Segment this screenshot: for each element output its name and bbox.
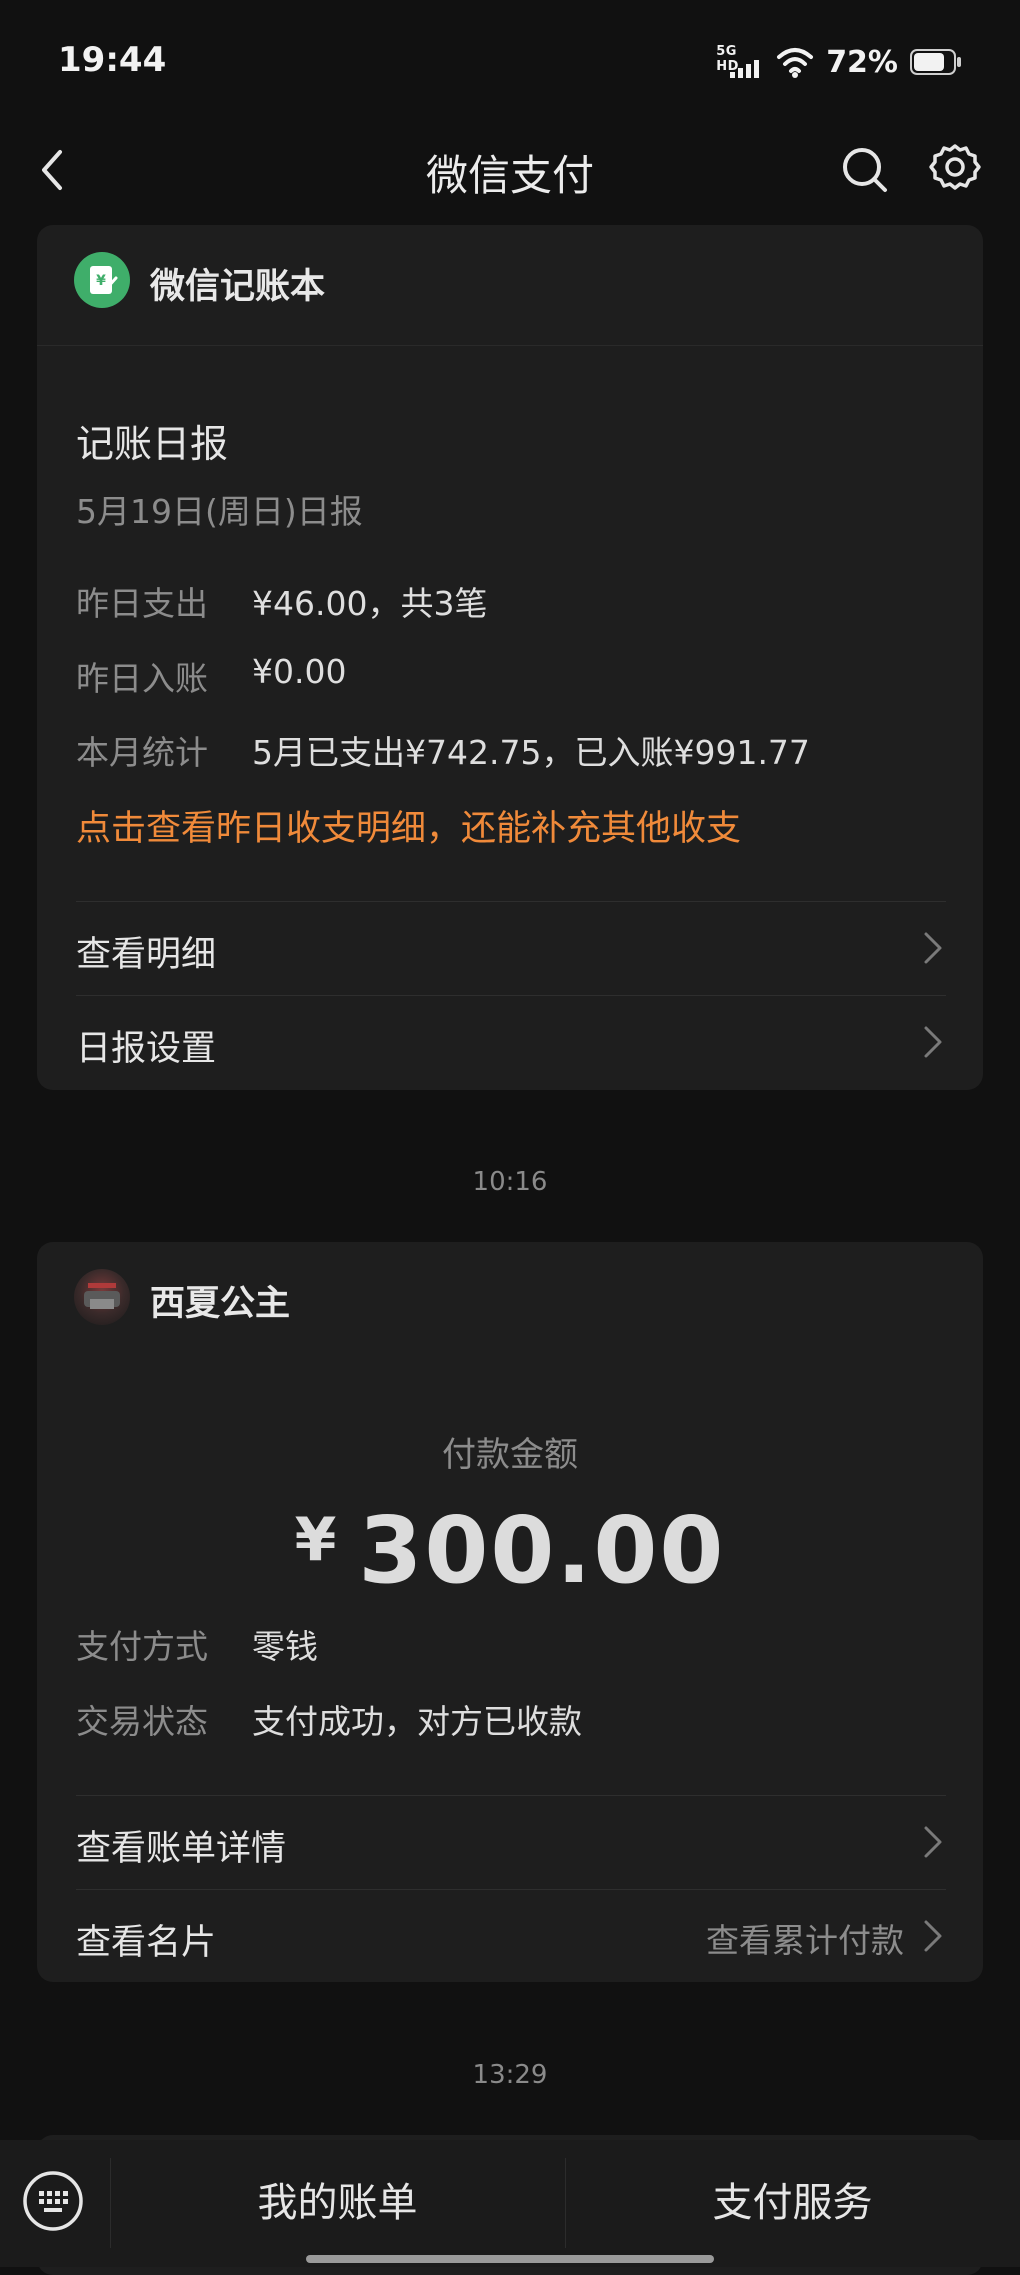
chevron-right-icon [924, 932, 942, 964]
view-profile-row[interactable]: 查看名片 查看累计付款 [76, 1889, 946, 1982]
payment-amount: ¥300.00 [37, 1497, 983, 1604]
status-icons: 5G HD 72% [716, 42, 962, 82]
amount-value: 300.00 [358, 1497, 726, 1604]
yesterday-expense-label: 昨日支出 [76, 584, 208, 623]
currency-symbol: ¥ [294, 1505, 339, 1575]
header: 微信支付 [0, 130, 1020, 210]
keyboard-icon [23, 2171, 83, 2231]
battery-icon [910, 49, 961, 75]
bottom-bar: 我的账单 支付服务 [0, 2140, 1020, 2267]
battery-percent: 72% [826, 44, 898, 80]
chevron-right-icon [924, 1026, 942, 1058]
yesterday-income-value: ¥0.00 [252, 652, 347, 691]
amount-label: 付款金额 [442, 1435, 578, 1475]
report-settings-label: 日报设置 [76, 1029, 217, 1069]
payee-name: 西夏公主 [150, 1284, 291, 1324]
chevron-right-icon [924, 1920, 942, 1952]
payment-card[interactable]: 西夏公主 付款金额 ¥300.00 支付方式 零钱 交易状态 支付成功，对方已收… [37, 1242, 983, 1982]
search-icon [843, 148, 887, 192]
payment-method-label: 支付方式 [76, 1627, 208, 1666]
avatar [74, 1269, 130, 1325]
payment-method-value: 零钱 [252, 1627, 318, 1666]
yesterday-income-label: 昨日入账 [76, 659, 208, 698]
ledger-icon: ¥ [74, 252, 130, 308]
signal-icon: 5G HD [716, 42, 764, 82]
monthly-stats-label: 本月统计 [76, 733, 208, 772]
keyboard-button[interactable] [22, 2170, 84, 2232]
view-yesterday-detail-link[interactable]: 点击查看昨日收支明细，还能补充其他收支 [76, 800, 741, 851]
message-timestamp: 13:29 [472, 2060, 548, 2090]
status-time: 19:44 [58, 40, 167, 80]
payment-card-header[interactable]: 西夏公主 [37, 1242, 983, 1362]
ledger-name: 微信记账本 [150, 267, 326, 307]
view-profile-label: 查看名片 [76, 1923, 217, 1963]
svg-text:¥: ¥ [96, 273, 106, 289]
ledger-report-card[interactable]: ¥ 微信记账本 记账日报 5月19日(周日)日报 昨日支出 ¥46.00，共3笔… [37, 225, 983, 1090]
view-detail-row[interactable]: 查看明细 [76, 901, 946, 994]
gear-icon [929, 144, 981, 190]
yesterday-expense-value: ¥46.00，共3笔 [252, 584, 488, 623]
home-indicator[interactable] [306, 2255, 714, 2263]
transaction-status-value: 支付成功，对方已收款 [252, 1702, 582, 1741]
wifi-icon [777, 48, 814, 78]
view-bill-detail-row[interactable]: 查看账单详情 [76, 1795, 946, 1888]
view-bill-detail-label: 查看账单详情 [76, 1829, 287, 1869]
search-button[interactable] [835, 140, 895, 200]
report-settings-row[interactable]: 日报设置 [76, 995, 946, 1088]
monthly-stats-value: 5月已支出¥742.75，已入账¥991.77 [252, 733, 810, 772]
report-title: 记账日报 [76, 422, 229, 466]
view-cumulative-payment-link[interactable]: 查看累计付款 [706, 1914, 904, 1962]
my-bills-tab[interactable]: 我的账单 [110, 2170, 565, 2228]
settings-button[interactable] [925, 140, 985, 200]
chevron-right-icon [924, 1826, 942, 1858]
message-timestamp: 10:16 [472, 1167, 548, 1197]
payment-services-tab[interactable]: 支付服务 [565, 2170, 1020, 2228]
report-date: 5月19日(周日)日报 [76, 492, 363, 531]
ledger-card-header[interactable]: ¥ 微信记账本 [37, 225, 983, 346]
status-bar: 19:44 5G HD 72% [0, 0, 1020, 120]
view-detail-label: 查看明细 [76, 935, 217, 975]
transaction-status-label: 交易状态 [76, 1702, 208, 1741]
